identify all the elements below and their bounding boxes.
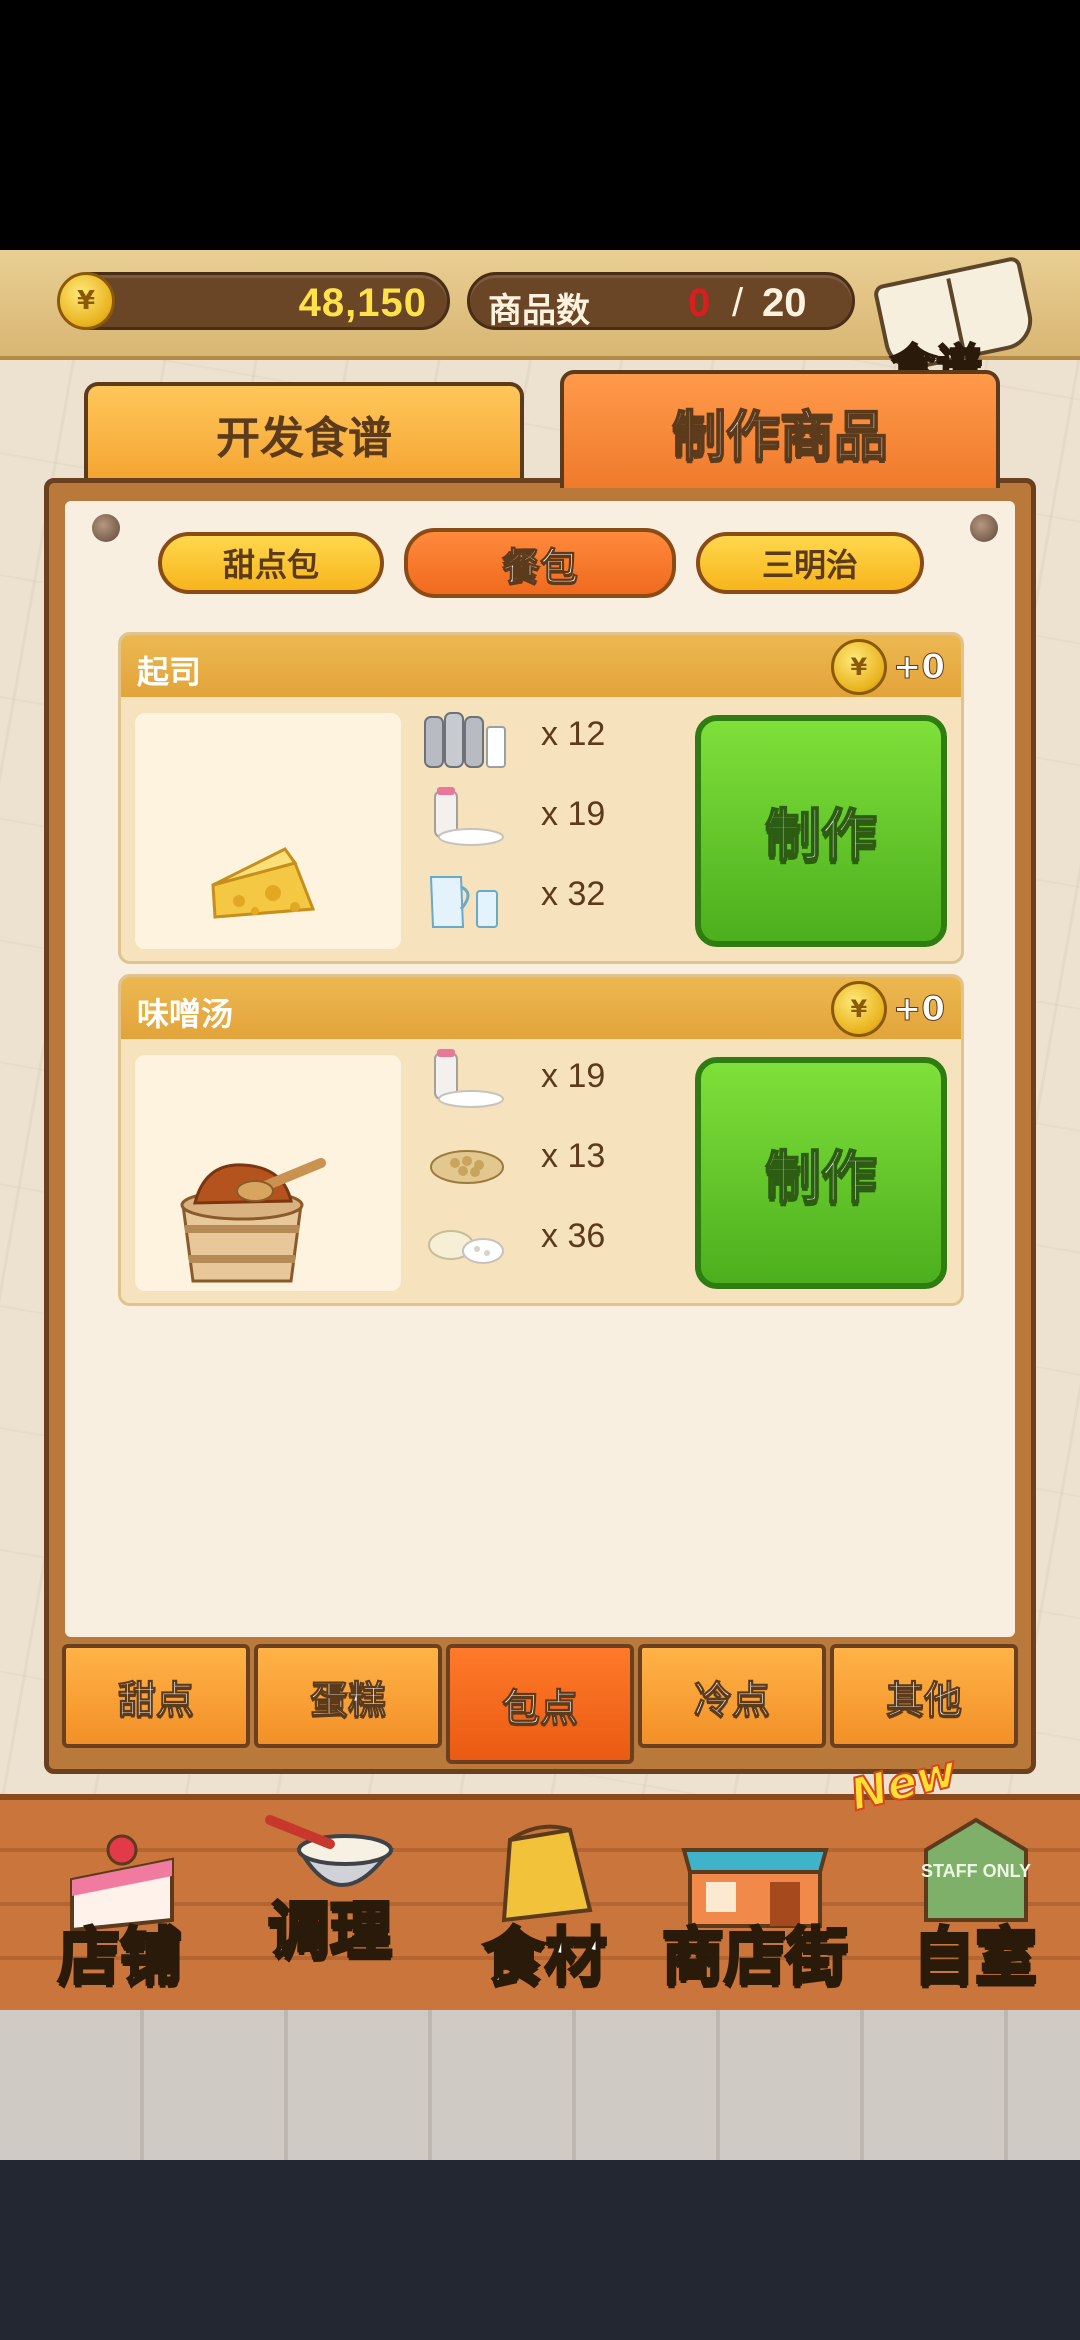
recipe-reward: ¥ +0 bbox=[830, 639, 946, 695]
recipe-card: 味噌汤 ¥ +0 x 19 x 13 x 36 制作 bbox=[118, 974, 964, 1306]
staff-only-sign: STAFF ONLY bbox=[920, 1861, 1031, 1881]
sugar-bag-icon bbox=[434, 1049, 504, 1108]
ingredient-row: x 19 bbox=[421, 783, 721, 853]
yen-coin-icon: ¥ bbox=[830, 639, 887, 695]
make-button-label: 制作 bbox=[764, 803, 878, 870]
currency-symbol: ¥ bbox=[76, 286, 96, 316]
recipe-card: 起司 ¥ +0 x 12 x 19 x 32 制作 bbox=[118, 632, 964, 964]
nav-label: 商店街 bbox=[660, 1919, 849, 1995]
miso-bucket-icon bbox=[180, 1158, 326, 1283]
product-count-separator: / bbox=[732, 281, 744, 325]
make-button-label: 制作 bbox=[764, 1145, 878, 1212]
ingredient-qty: x 32 bbox=[541, 875, 606, 913]
category-tab-bread[interactable]: 包点 bbox=[446, 1644, 634, 1764]
money-display: ¥ 48,150 bbox=[57, 272, 450, 330]
recipe-reward-value: +0 bbox=[892, 989, 945, 1030]
make-button[interactable]: 制作 bbox=[695, 1057, 947, 1289]
recipe-reward: ¥ +0 bbox=[830, 981, 946, 1037]
tab-make-product[interactable]: 制作商品 bbox=[560, 370, 1000, 488]
yen-coin-icon: ¥ bbox=[57, 272, 115, 330]
category-tab-cake[interactable]: 蛋糕 bbox=[254, 1644, 442, 1748]
ingredient-qty: x 19 bbox=[541, 1057, 606, 1095]
category-tab-other[interactable]: 其他 bbox=[830, 1644, 1018, 1748]
tab-make-product-label: 制作商品 bbox=[671, 404, 889, 469]
category-tab-label: 甜点 bbox=[117, 1677, 194, 1722]
category-tab-label: 包点 bbox=[501, 1685, 578, 1730]
nav-item-my-room[interactable]: STAFF ONLY 自室 bbox=[880, 1800, 1070, 2010]
bottom-nav: 店铺 调理 食材 商店街 STAFF ONLY 自室 bbox=[0, 1794, 1080, 2010]
milk-bottles-icon bbox=[424, 712, 506, 768]
yen-coin-icon: ¥ bbox=[830, 981, 887, 1037]
pin-icon bbox=[970, 514, 998, 542]
subtab-meal-bread-label: 餐包 bbox=[501, 544, 578, 589]
subtab-sweet-bread[interactable]: 甜点包 bbox=[158, 532, 384, 594]
nav-label: 调理 bbox=[266, 1893, 393, 1969]
ingredient-qty: x 19 bbox=[541, 795, 606, 833]
status-bar-area bbox=[0, 0, 1080, 250]
recipe-reward-value: +0 bbox=[892, 647, 945, 688]
salt-pile-icon bbox=[428, 1230, 504, 1264]
ingredient-row: x 36 bbox=[421, 1205, 721, 1275]
money-value: 48,150 bbox=[298, 281, 427, 325]
navigation-bar-area bbox=[0, 2160, 1080, 2340]
nav-item-shopping-street[interactable]: 商店街 bbox=[630, 1800, 880, 2010]
game-screen: ¥ 48,150 商品数 0 / 20 食谱 开发食谱 制作商品 甜点包 餐包 … bbox=[0, 250, 1080, 2160]
subtab-meal-bread[interactable]: 餐包 bbox=[404, 528, 676, 598]
nav-item-ingredients[interactable]: 食材 bbox=[460, 1800, 630, 2010]
cheese-icon bbox=[211, 847, 316, 919]
recipe-card-header: 味噌汤 ¥ +0 bbox=[121, 977, 961, 1039]
ingredient-row: x 32 bbox=[421, 863, 721, 933]
nav-item-cooking[interactable]: 调理 bbox=[220, 1800, 440, 2010]
make-button[interactable]: 制作 bbox=[695, 715, 947, 947]
tab-develop-recipe-label: 开发食谱 bbox=[216, 413, 392, 464]
product-count-current: 0 bbox=[688, 281, 711, 325]
recipe-image bbox=[135, 713, 401, 949]
category-tab-label: 其他 bbox=[885, 1677, 962, 1722]
ingredient-qty: x 36 bbox=[541, 1217, 606, 1255]
category-tab-label: 蛋糕 bbox=[309, 1677, 386, 1722]
nav-label: 食材 bbox=[481, 1919, 608, 1995]
nav-label: 店铺 bbox=[56, 1919, 183, 1995]
subtab-sandwich[interactable]: 三明治 bbox=[696, 532, 924, 594]
pin-icon bbox=[92, 514, 120, 542]
ingredient-row: x 19 bbox=[421, 1045, 721, 1115]
subtab-sandwich-label: 三明治 bbox=[761, 546, 858, 584]
recipe-name: 味噌汤 bbox=[137, 995, 234, 1033]
recipe-card-header: 起司 ¥ +0 bbox=[121, 635, 961, 697]
ingredient-qty: x 13 bbox=[541, 1137, 606, 1175]
tab-develop-recipe[interactable]: 开发食谱 bbox=[84, 382, 524, 482]
category-tab-dessert[interactable]: 甜点 bbox=[62, 1644, 250, 1748]
product-count-display: 商品数 0 / 20 bbox=[467, 272, 855, 331]
recipe-image bbox=[135, 1055, 401, 1291]
ingredient-row: x 13 bbox=[421, 1125, 721, 1195]
category-tab-cold[interactable]: 冷点 bbox=[638, 1644, 826, 1748]
currency-symbol: ¥ bbox=[850, 995, 868, 1023]
floor bbox=[0, 2010, 1080, 2160]
category-tab-label: 冷点 bbox=[693, 1677, 770, 1722]
currency-symbol: ¥ bbox=[850, 653, 868, 681]
recipe-name: 起司 bbox=[137, 653, 202, 691]
subtab-sweet-bread-label: 甜点包 bbox=[222, 546, 319, 584]
ingredient-row: x 12 bbox=[421, 703, 721, 773]
sugar-bag-icon bbox=[434, 787, 504, 846]
water-jug-icon bbox=[429, 876, 498, 928]
nav-item-shop[interactable]: 店铺 bbox=[20, 1800, 220, 2010]
ingredient-qty: x 12 bbox=[541, 715, 606, 753]
soybeans-icon bbox=[430, 1150, 504, 1184]
product-count-label: 商品数 bbox=[488, 291, 590, 331]
nav-label: 自室 bbox=[911, 1919, 1038, 1995]
product-count-max: 20 bbox=[762, 281, 807, 325]
